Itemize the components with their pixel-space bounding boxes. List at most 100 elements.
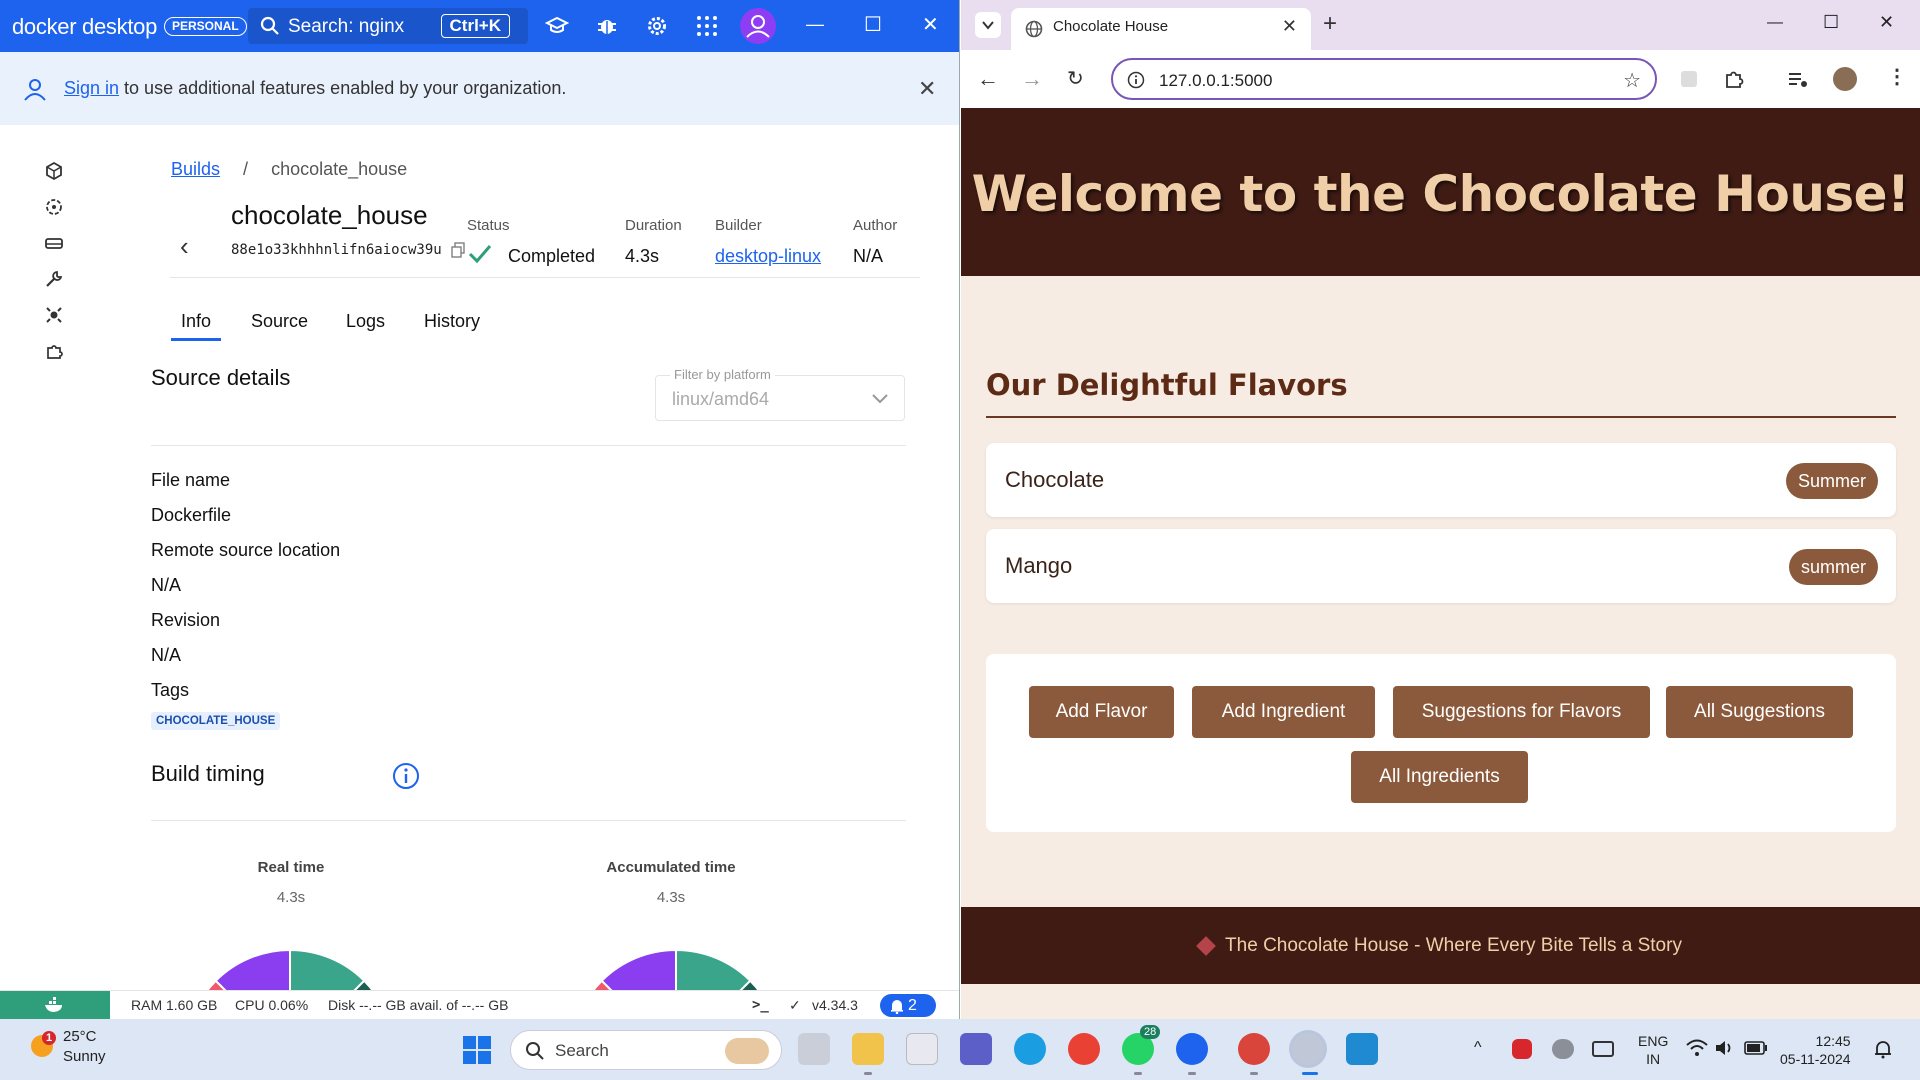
- tab-close-icon[interactable]: ✕: [1282, 16, 1297, 37]
- wifi-icon[interactable]: [1686, 1039, 1708, 1057]
- duration-label: Duration: [625, 217, 682, 234]
- settings-gear-icon[interactable]: [645, 14, 669, 38]
- maximize-icon[interactable]: ☐: [1823, 12, 1839, 33]
- add-flavor-button[interactable]: Add Flavor: [1029, 686, 1174, 738]
- source-details-heading: Source details: [151, 365, 291, 390]
- minimize-icon[interactable]: —: [1767, 14, 1783, 32]
- docker-sidebar: [0, 125, 110, 990]
- extensions-puzzle-icon[interactable]: [1723, 68, 1745, 90]
- show-hidden-icons[interactable]: ^: [1474, 1039, 1482, 1057]
- chrome-profile-icon[interactable]: [1238, 1033, 1270, 1065]
- builds-wrench-icon[interactable]: [44, 269, 64, 289]
- language-indicator[interactable]: ENG IN: [1638, 1032, 1668, 1068]
- onedrive-icon[interactable]: [1552, 1039, 1574, 1059]
- weather-widget[interactable]: 1: [28, 1030, 58, 1065]
- chrome-active-icon[interactable]: [1292, 1033, 1324, 1065]
- keyboard-icon[interactable]: [1592, 1041, 1614, 1057]
- whatsapp-icon[interactable]: 28: [1122, 1025, 1161, 1065]
- all-suggestions-button[interactable]: All Suggestions: [1666, 686, 1853, 738]
- site-footer: The Chocolate House - Where Every Bite T…: [961, 907, 1920, 984]
- learning-center-icon[interactable]: [545, 14, 569, 38]
- bookmark-star-icon[interactable]: ☆: [1623, 68, 1641, 93]
- close-icon[interactable]: ✕: [1879, 12, 1894, 33]
- media-control-icon[interactable]: [1787, 68, 1809, 90]
- builder-link[interactable]: desktop-linux: [715, 246, 821, 267]
- maximize-icon[interactable]: ☐: [864, 12, 882, 37]
- add-ingredient-button[interactable]: Add Ingredient: [1192, 686, 1375, 738]
- back-icon[interactable]: ←: [977, 66, 999, 92]
- site-info-icon[interactable]: [1127, 71, 1145, 89]
- breadcrumb-current: chocolate_house: [271, 159, 408, 179]
- vscode-icon[interactable]: [1346, 1033, 1378, 1065]
- ram-usage: RAM 1.60 GB: [131, 997, 218, 1013]
- battery-icon[interactable]: [1744, 1041, 1768, 1055]
- images-icon[interactable]: [44, 197, 64, 217]
- extensions-puzzle-icon[interactable]: [44, 341, 64, 361]
- system-clock[interactable]: 12:45 05-11-2024: [1780, 1032, 1851, 1068]
- docker-taskbar-icon[interactable]: [1176, 1033, 1208, 1065]
- url-text: 127.0.0.1:5000: [1159, 71, 1273, 90]
- terminal-icon[interactable]: >_: [752, 997, 769, 1013]
- profile-avatar[interactable]: [1833, 67, 1857, 91]
- platform-filter-value: linux/amd64: [672, 389, 770, 409]
- notifications-button[interactable]: 2: [880, 994, 936, 1017]
- weather-condition: Sunny: [63, 1048, 106, 1065]
- containers-icon[interactable]: [44, 161, 64, 181]
- file-explorer-icon[interactable]: [852, 1033, 884, 1065]
- troubleshoot-bug-icon[interactable]: [595, 14, 619, 38]
- all-ingredients-button[interactable]: All Ingredients: [1351, 751, 1528, 803]
- tab-logs[interactable]: Logs: [346, 311, 385, 332]
- platform-filter-select[interactable]: Filter by platform linux/amd64: [655, 367, 905, 421]
- info-icon[interactable]: [392, 762, 420, 790]
- tab-title: Chocolate House: [1053, 18, 1169, 35]
- build-timing-heading: Build timing: [151, 761, 265, 786]
- copy-icon[interactable]: [451, 242, 465, 258]
- notification-bell-icon[interactable]: [1874, 1039, 1892, 1059]
- close-icon[interactable]: ✕: [922, 12, 939, 37]
- browser-toolbar: ← → ↻ 127.0.0.1:5000 ☆ ⋮: [961, 50, 1920, 108]
- windows-start-icon[interactable]: [462, 1035, 492, 1065]
- teams-icon[interactable]: [960, 1033, 992, 1065]
- chrome-icon[interactable]: [1068, 1033, 1100, 1065]
- address-bar[interactable]: 127.0.0.1:5000 ☆: [1111, 58, 1657, 100]
- user-avatar[interactable]: [740, 8, 776, 44]
- volumes-icon[interactable]: [44, 233, 64, 253]
- breadcrumb-builds-link[interactable]: Builds: [171, 159, 220, 179]
- taskbar-search-label: Search: [555, 1041, 609, 1060]
- bell-icon: [891, 1000, 903, 1014]
- user-icon: [746, 15, 770, 38]
- taskbar-search[interactable]: Search: [510, 1030, 782, 1070]
- reload-icon[interactable]: ↻: [1067, 66, 1084, 91]
- plan-badge: PERSONAL: [164, 17, 247, 36]
- engine-status[interactable]: [0, 991, 110, 1019]
- duration-value: 4.3s: [625, 246, 660, 266]
- new-tab-icon[interactable]: +: [1323, 10, 1337, 38]
- tab-history[interactable]: History: [424, 311, 480, 332]
- task-view-icon[interactable]: [798, 1033, 830, 1065]
- volume-icon[interactable]: [1714, 1039, 1736, 1057]
- tray-app-icon[interactable]: [1512, 1039, 1532, 1059]
- globe-icon: [1025, 20, 1043, 38]
- sign-in-link[interactable]: Sign in: [64, 78, 119, 98]
- edge-icon[interactable]: [1014, 1033, 1046, 1065]
- suggestions-for-flavors-button[interactable]: Suggestions for Flavors: [1393, 686, 1650, 738]
- scout-icon[interactable]: [44, 305, 64, 325]
- back-arrow-icon[interactable]: ‹: [180, 231, 189, 262]
- browser-menu-icon[interactable]: ⋮: [1887, 64, 1907, 89]
- flavor-card: Chocolate Summer: [986, 443, 1896, 517]
- banner-close-icon[interactable]: ✕: [918, 76, 936, 102]
- extension-grey-icon[interactable]: [1679, 69, 1699, 89]
- forward-icon[interactable]: →: [1021, 66, 1043, 92]
- file-name-label: File name: [151, 470, 231, 490]
- disk-usage: Disk --.-- GB avail. of --.-- GB: [328, 997, 509, 1013]
- site-heading: Welcome to the Chocolate House!: [971, 165, 1910, 223]
- minimize-icon[interactable]: —: [806, 14, 824, 35]
- cpu-usage: CPU 0.06%: [235, 997, 309, 1013]
- global-search[interactable]: Search: nginx Ctrl+K: [248, 8, 528, 44]
- apps-grid-icon[interactable]: [695, 14, 719, 38]
- tab-source[interactable]: Source: [251, 311, 308, 332]
- tab-search-button[interactable]: [975, 12, 1001, 38]
- store-icon[interactable]: [906, 1033, 938, 1065]
- browser-tab-active[interactable]: Chocolate House ✕: [1011, 8, 1311, 50]
- tab-info[interactable]: Info: [171, 311, 222, 341]
